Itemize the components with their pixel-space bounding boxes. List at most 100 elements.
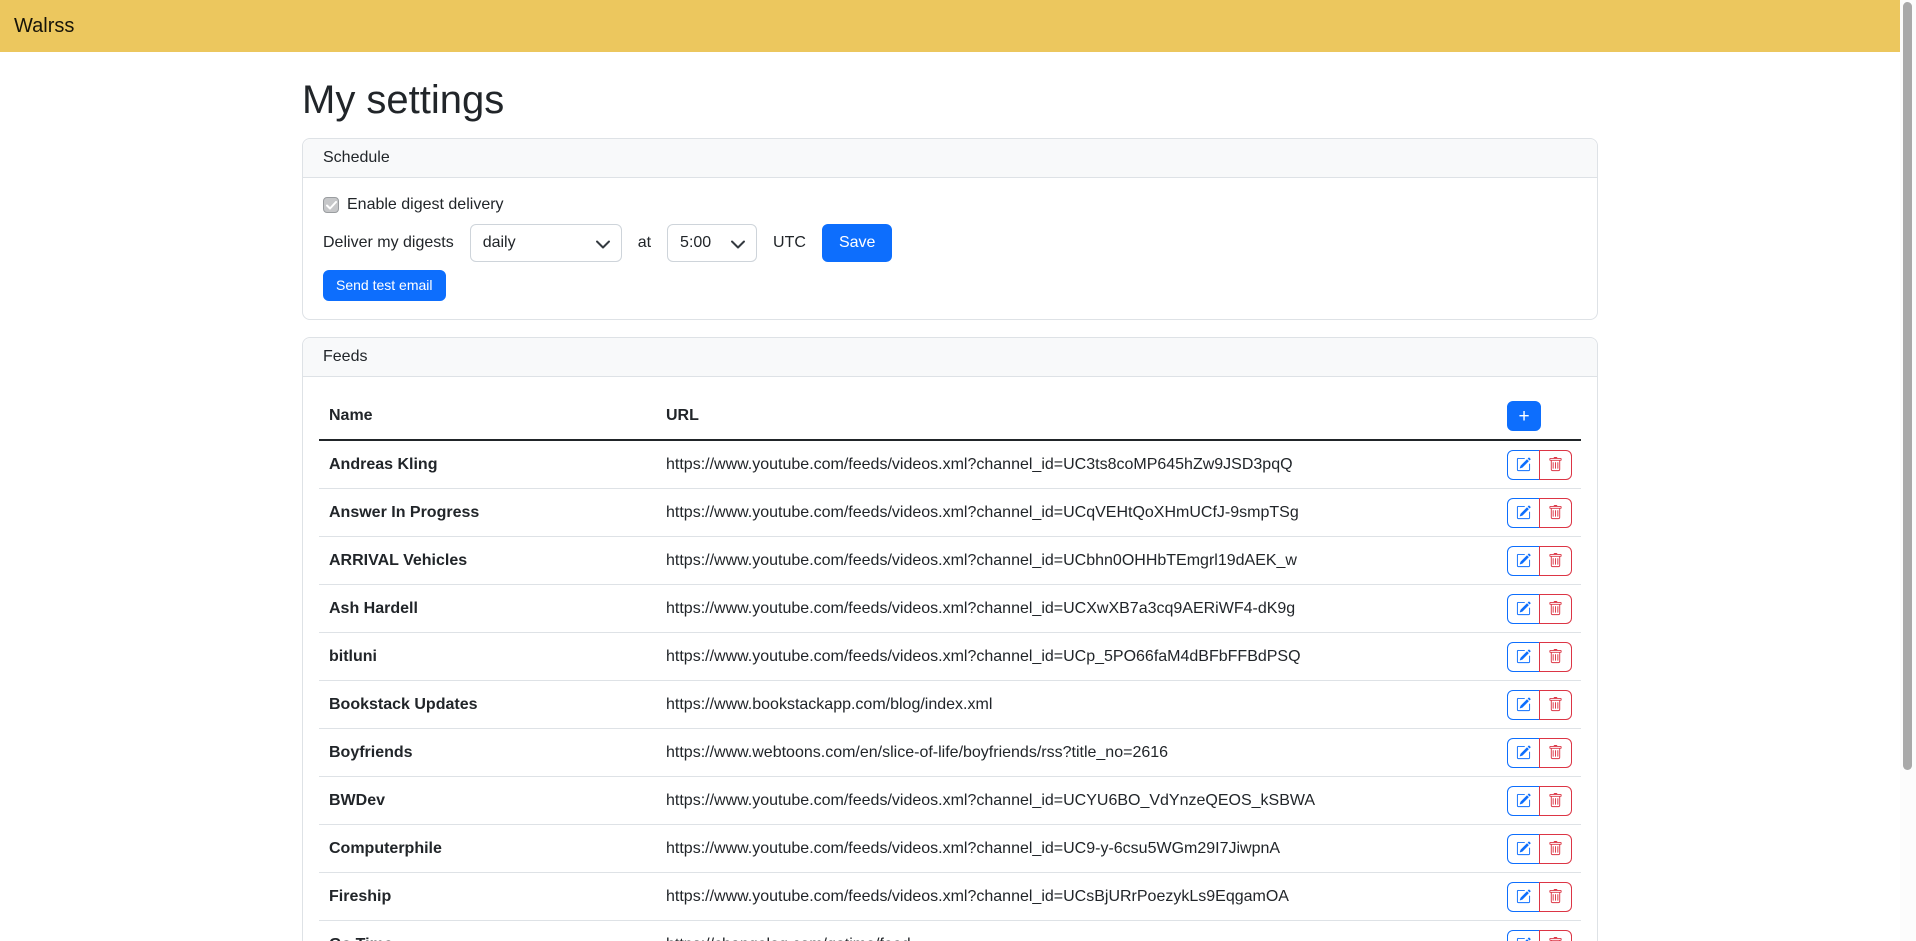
app-brand[interactable]: Walrss bbox=[14, 15, 74, 38]
feed-actions-group bbox=[1507, 786, 1572, 816]
feed-actions bbox=[1497, 786, 1581, 816]
feed-row: Fireship https://www.youtube.com/feeds/v… bbox=[319, 873, 1581, 921]
feed-actions-group bbox=[1507, 642, 1572, 672]
delete-feed-button[interactable] bbox=[1539, 642, 1572, 672]
delete-feed-button[interactable] bbox=[1539, 594, 1572, 624]
feed-actions bbox=[1497, 882, 1581, 912]
delete-feed-button[interactable] bbox=[1539, 786, 1572, 816]
edit-icon bbox=[1516, 841, 1531, 856]
edit-feed-button[interactable] bbox=[1507, 498, 1540, 528]
edit-feed-button[interactable] bbox=[1507, 882, 1540, 912]
feed-actions-group bbox=[1507, 930, 1572, 941]
feed-url: https://www.webtoons.com/en/slice-of-lif… bbox=[656, 744, 1497, 762]
edit-feed-button[interactable] bbox=[1507, 690, 1540, 720]
navbar: Walrss bbox=[0, 0, 1900, 52]
feed-row: bitluni https://www.youtube.com/feeds/vi… bbox=[319, 633, 1581, 681]
column-header-actions: + bbox=[1497, 401, 1581, 431]
trash-icon bbox=[1548, 889, 1563, 904]
trash-icon bbox=[1548, 601, 1563, 616]
edit-feed-button[interactable] bbox=[1507, 594, 1540, 624]
trash-icon bbox=[1548, 841, 1563, 856]
feed-name: bitluni bbox=[319, 648, 656, 666]
frequency-select[interactable]: daily bbox=[470, 224, 622, 262]
feeds-card: Feeds Name URL + Andreas Kling https://w… bbox=[302, 337, 1598, 941]
feed-actions-group bbox=[1507, 546, 1572, 576]
delete-feed-button[interactable] bbox=[1539, 738, 1572, 768]
feed-row: ARRIVAL Vehicles https://www.youtube.com… bbox=[319, 537, 1581, 585]
edit-feed-button[interactable] bbox=[1507, 930, 1540, 941]
feed-actions bbox=[1497, 642, 1581, 672]
edit-feed-button[interactable] bbox=[1507, 786, 1540, 816]
scrollbar-thumb[interactable] bbox=[1903, 2, 1912, 770]
feed-url: https://www.youtube.com/feeds/videos.xml… bbox=[656, 552, 1497, 570]
feed-name: ARRIVAL Vehicles bbox=[319, 552, 656, 570]
edit-icon bbox=[1516, 505, 1531, 520]
schedule-controls-row: Deliver my digests daily at 5:00 UTC Sav… bbox=[323, 224, 1577, 262]
schedule-card-body: Enable digest delivery Deliver my digest… bbox=[303, 178, 1597, 319]
feeds-table-header: Name URL + bbox=[319, 393, 1581, 441]
feed-actions-group bbox=[1507, 594, 1572, 624]
feed-row: Andreas Kling https://www.youtube.com/fe… bbox=[319, 441, 1581, 489]
edit-icon bbox=[1516, 601, 1531, 616]
feed-name: Go Time bbox=[319, 936, 656, 941]
delete-feed-button[interactable] bbox=[1539, 834, 1572, 864]
feed-row: Bookstack Updates https://www.bookstacka… bbox=[319, 681, 1581, 729]
edit-icon bbox=[1516, 745, 1531, 760]
feed-actions-group bbox=[1507, 882, 1572, 912]
feed-url: https://www.youtube.com/feeds/videos.xml… bbox=[656, 888, 1497, 906]
time-select-value: 5:00 bbox=[680, 234, 711, 252]
feed-actions-group bbox=[1507, 738, 1572, 768]
feed-actions bbox=[1497, 450, 1581, 480]
enable-digest-row: Enable digest delivery bbox=[323, 196, 1577, 214]
edit-feed-button[interactable] bbox=[1507, 834, 1540, 864]
edit-feed-button[interactable] bbox=[1507, 738, 1540, 768]
feed-row: BWDev https://www.youtube.com/feeds/vide… bbox=[319, 777, 1581, 825]
edit-icon bbox=[1516, 937, 1531, 941]
at-label: at bbox=[638, 234, 651, 252]
feed-name: Fireship bbox=[319, 888, 656, 906]
edit-icon bbox=[1516, 649, 1531, 664]
delete-feed-button[interactable] bbox=[1539, 882, 1572, 912]
feed-actions-group bbox=[1507, 498, 1572, 528]
time-select[interactable]: 5:00 bbox=[667, 224, 757, 262]
chevron-down-icon bbox=[595, 236, 611, 252]
column-header-name: Name bbox=[319, 407, 656, 425]
feed-name: Answer In Progress bbox=[319, 504, 656, 522]
edit-feed-button[interactable] bbox=[1507, 546, 1540, 576]
feeds-card-header: Feeds bbox=[303, 338, 1597, 377]
feed-actions bbox=[1497, 738, 1581, 768]
column-header-url: URL bbox=[656, 407, 1497, 425]
feeds-table-body: Andreas Kling https://www.youtube.com/fe… bbox=[319, 441, 1581, 941]
scrollbar[interactable] bbox=[1900, 0, 1916, 941]
feed-actions bbox=[1497, 690, 1581, 720]
timezone-label: UTC bbox=[773, 234, 806, 252]
feed-name: Bookstack Updates bbox=[319, 696, 656, 714]
feed-row: Computerphile https://www.youtube.com/fe… bbox=[319, 825, 1581, 873]
save-button[interactable]: Save bbox=[822, 224, 892, 262]
feed-name: Computerphile bbox=[319, 840, 656, 858]
feed-name: Ash Hardell bbox=[319, 600, 656, 618]
feed-url: https://changelog.com/gotime/feed bbox=[656, 936, 1497, 941]
edit-feed-button[interactable] bbox=[1507, 450, 1540, 480]
edit-icon bbox=[1516, 553, 1531, 568]
feed-actions-group bbox=[1507, 450, 1572, 480]
delete-feed-button[interactable] bbox=[1539, 546, 1572, 576]
feed-url: https://www.youtube.com/feeds/videos.xml… bbox=[656, 456, 1497, 474]
send-test-email-button[interactable]: Send test email bbox=[323, 270, 446, 301]
delete-feed-button[interactable] bbox=[1539, 498, 1572, 528]
add-feed-button[interactable]: + bbox=[1507, 401, 1541, 431]
edit-icon bbox=[1516, 889, 1531, 904]
feed-actions-group bbox=[1507, 690, 1572, 720]
delete-feed-button[interactable] bbox=[1539, 930, 1572, 941]
feed-url: https://www.youtube.com/feeds/videos.xml… bbox=[656, 648, 1497, 666]
enable-digest-checkbox[interactable] bbox=[323, 197, 339, 213]
edit-feed-button[interactable] bbox=[1507, 642, 1540, 672]
chevron-down-icon bbox=[730, 236, 746, 252]
delete-feed-button[interactable] bbox=[1539, 690, 1572, 720]
feed-row: Answer In Progress https://www.youtube.c… bbox=[319, 489, 1581, 537]
delete-feed-button[interactable] bbox=[1539, 450, 1572, 480]
edit-icon bbox=[1516, 793, 1531, 808]
feed-row: Ash Hardell https://www.youtube.com/feed… bbox=[319, 585, 1581, 633]
edit-icon bbox=[1516, 697, 1531, 712]
checkmark-icon bbox=[326, 201, 337, 210]
